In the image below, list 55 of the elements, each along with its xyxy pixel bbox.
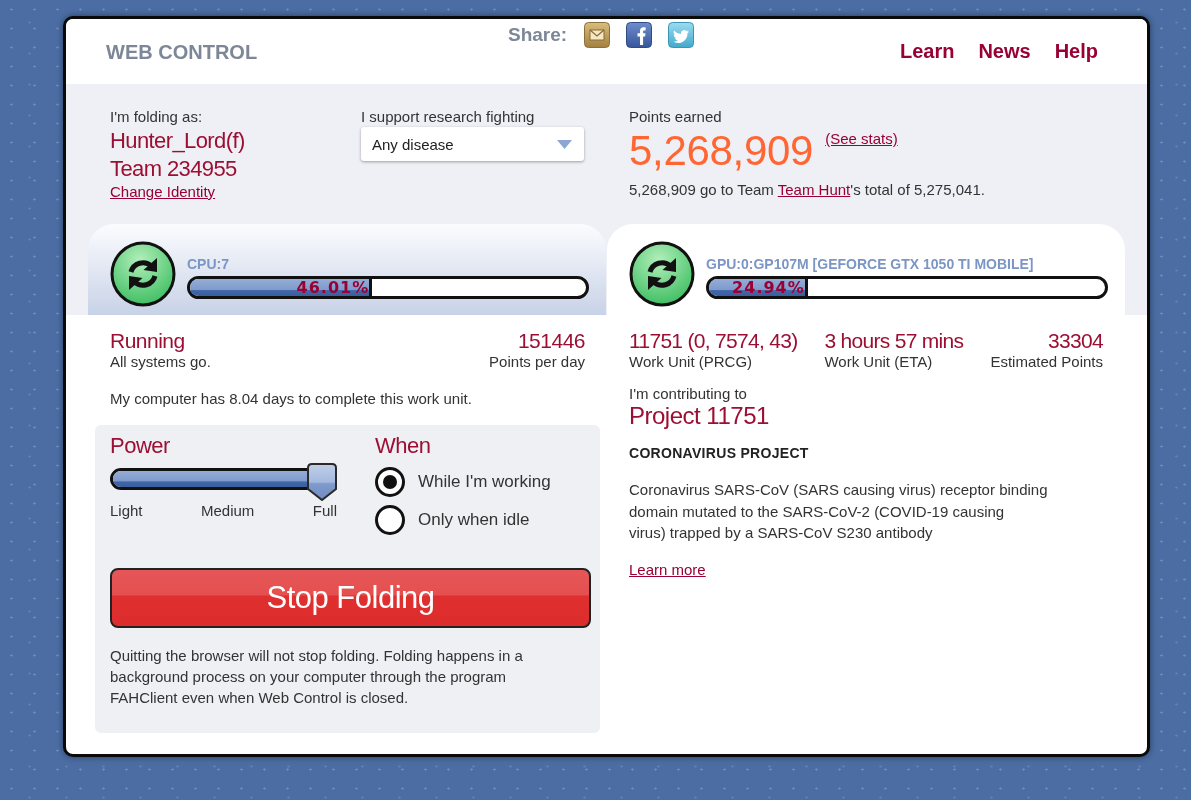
see-stats-link[interactable]: (See stats) [825,131,898,147]
slot-name: CPU:7 [187,256,229,273]
nav-link[interactable]: Help [1054,40,1098,62]
sync-icon [110,241,176,307]
work-unit-label: Estimated Points [990,353,1103,371]
progress-reading: 24.94% [732,279,805,296]
user-name: Hunter_Lord(f) [110,127,245,155]
nav-link[interactable]: Learn [899,40,955,62]
nav-link[interactable]: News [978,40,1031,62]
points-label: Points earned [629,108,722,126]
status-message: All systems go. [110,353,211,371]
stop-folding-button[interactable]: Stop Folding [110,568,591,628]
slot-name: GPU:0:GP107M [GEFORCE GTX 1050 TI MOBILE] [706,256,1034,273]
project-name: Project 11751 [629,403,769,429]
radio-button[interactable] [375,467,405,497]
status-text: Running [110,329,185,353]
work-unit-label: Work Unit (ETA) [824,353,933,371]
radio-button[interactable] [375,505,405,535]
sync-icon [629,241,695,307]
radio-label[interactable]: Only when idle [418,510,530,530]
work-unit-value: 33304 [1048,329,1103,353]
project-title: CORONAVIRUS PROJECT [629,444,809,462]
slider-tick-label: Medium [201,502,255,520]
change-identity-link[interactable]: Change Identity [110,184,216,200]
eta-note: My computer has 8.04 days to complete this work unit. [110,390,472,408]
radio-label[interactable]: While I'm working [418,472,551,492]
team-name: Team 234955 [110,155,237,183]
app-title: WEB CONTROL [106,41,258,63]
slider-tick-label: Full [312,502,337,520]
cause-dropdown[interactable]: Any disease [361,127,584,161]
bird-icon[interactable] [668,22,695,48]
project-description: Coronavirus SARS-CoV (SARS causing virus) receptor binding domain mutated to the SARS-CoV-2 (COVID-19 causing virus) trapped by a SARS-CoV S230 antibody [629,480,1049,543]
learn-more-link[interactable]: Learn more [629,560,706,579]
facebook-icon[interactable] [626,22,653,48]
share-label: Share: [508,24,568,46]
team-points-summary: 5,268,909 go to Team Team Hunt's total of 5,275,041. [629,181,985,199]
team-link[interactable]: Team Hunt [777,181,851,198]
cause-label: I support research fighting [361,108,535,126]
identity-label: I'm folding as: [110,108,203,126]
work-unit-label: Work Unit (PRCG) [629,353,753,371]
when-heading: When [375,433,431,459]
contributing-label: I'm contributing to [629,385,747,403]
power-heading: Power [110,433,170,459]
progress-reading: 46.01% [296,279,370,296]
caret-icon [557,139,572,149]
points-per-day-label: Points per day [489,353,585,371]
slider-thumb[interactable] [307,463,337,501]
power-slider[interactable] [110,463,337,501]
slider-tick-label: Light [110,502,143,520]
work-unit-value: 11751 (0, 7574, 43) [629,329,798,353]
points-total: 5,268,909 [629,126,814,176]
work-unit-value: 3 hours 57 mins [824,329,964,353]
points-per-day: 151446 [517,329,585,353]
info-note: Quitting the browser will not stop folding. Folding happens in a background process on your computer through the program FAHClient even when Web Control is closed. [110,646,524,708]
envelope-icon[interactable] [584,22,611,48]
